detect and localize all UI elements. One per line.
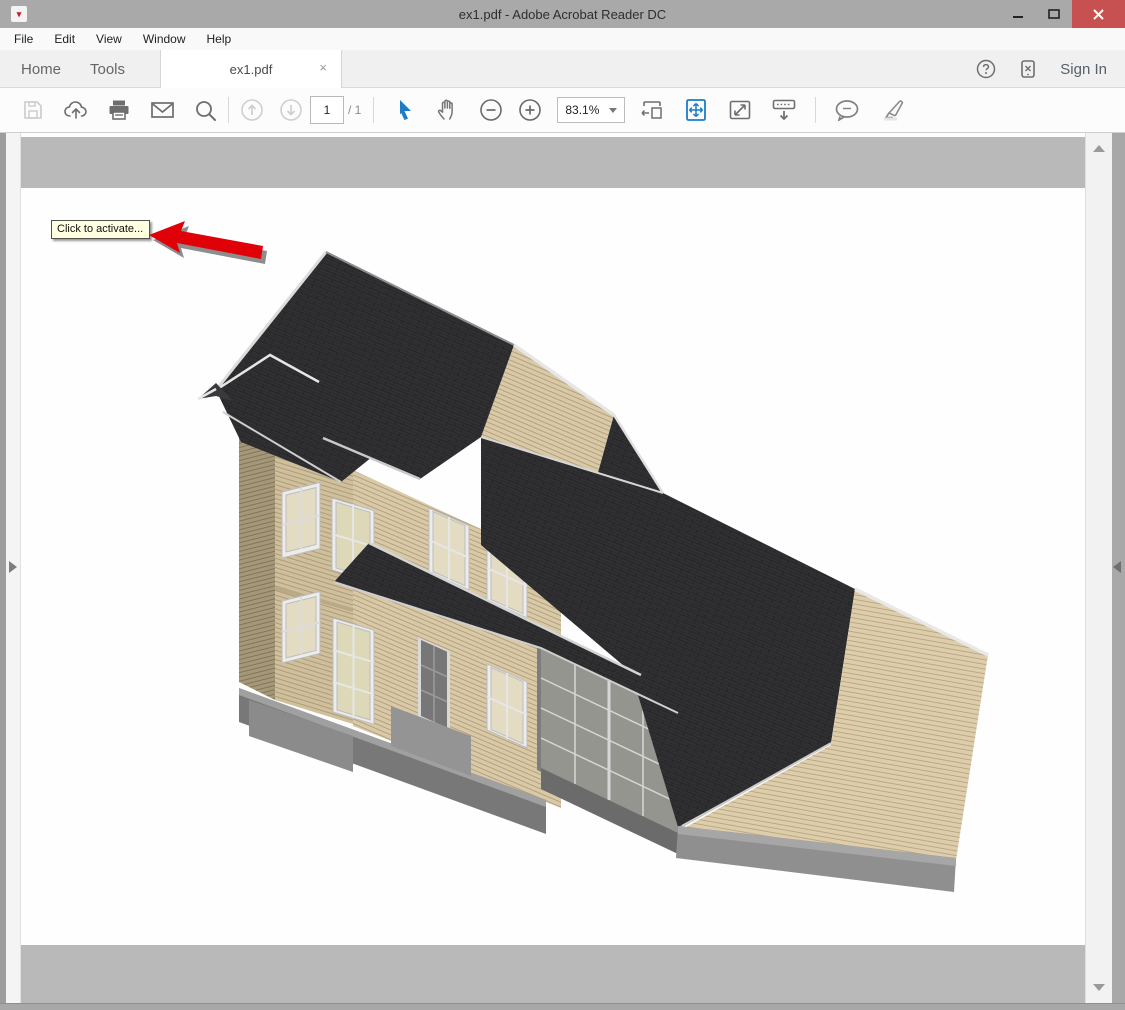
window-bottom-border <box>0 1003 1125 1010</box>
toolbar: / 1 83.1% <box>0 88 1125 133</box>
tab-tools[interactable]: Tools <box>90 50 125 88</box>
page-down-icon[interactable] <box>274 93 308 127</box>
comment-icon[interactable] <box>830 93 864 127</box>
fit-width-icon[interactable] <box>635 93 669 127</box>
help-icon[interactable] <box>976 59 996 79</box>
vertical-scrollbar[interactable] <box>1085 133 1112 1003</box>
tab-home[interactable]: Home <box>21 50 61 88</box>
scroll-up-icon[interactable] <box>1093 145 1105 152</box>
chevron-down-icon <box>609 108 617 113</box>
maximize-button[interactable] <box>1036 0 1072 28</box>
scroll-down-icon[interactable] <box>1093 984 1105 991</box>
document-view: Click to activate... <box>21 133 1085 1003</box>
window-title: ex1.pdf - Adobe Acrobat Reader DC <box>0 7 1125 22</box>
tab-bar: Home Tools ex1.pdf × Sign In <box>0 50 1125 88</box>
menu-help[interactable]: Help <box>207 32 232 46</box>
main-area: Click to activate... <box>0 133 1125 1003</box>
zoom-level-select[interactable]: 83.1% <box>557 97 625 123</box>
activate-3d-tooltip[interactable]: Click to activate... <box>51 220 150 239</box>
search-icon[interactable] <box>188 93 222 127</box>
page-number-input[interactable] <box>310 96 344 124</box>
read-mode-icon[interactable] <box>767 93 801 127</box>
email-icon[interactable] <box>145 93 179 127</box>
select-tool-icon[interactable] <box>388 93 422 127</box>
pdf-page: Click to activate... <box>21 188 1085 945</box>
document-tab[interactable]: ex1.pdf × <box>160 50 342 88</box>
save-icon[interactable] <box>16 93 50 127</box>
navigation-pane-collapsed[interactable] <box>6 133 21 1003</box>
close-button[interactable] <box>1072 0 1125 28</box>
expand-tools-pane-icon[interactable] <box>1113 561 1121 573</box>
document-tab-label: ex1.pdf <box>230 62 273 77</box>
menu-bar: File Edit View Window Help <box>0 28 1125 50</box>
print-icon[interactable] <box>102 93 136 127</box>
page-up-icon[interactable] <box>235 93 269 127</box>
tools-pane-collapsed[interactable] <box>1112 133 1125 1003</box>
menu-file[interactable]: File <box>14 32 33 46</box>
house-3d-render[interactable] <box>181 240 1001 920</box>
page-count-label: / 1 <box>348 103 361 117</box>
title-bar: ▾ ex1.pdf - Adobe Acrobat Reader DC <box>0 0 1125 28</box>
menu-view[interactable]: View <box>96 32 122 46</box>
expand-nav-pane-icon[interactable] <box>9 561 17 573</box>
zoom-level-value: 83.1% <box>565 103 599 117</box>
fullscreen-icon[interactable] <box>723 93 757 127</box>
hand-tool-icon[interactable] <box>431 93 465 127</box>
send-to-device-icon[interactable] <box>1018 59 1038 79</box>
fit-page-icon[interactable] <box>679 93 713 127</box>
entry-door <box>418 637 450 730</box>
highlight-icon[interactable] <box>876 93 910 127</box>
menu-window[interactable]: Window <box>143 32 186 46</box>
cloud-upload-icon[interactable] <box>59 93 93 127</box>
tab-close-icon[interactable]: × <box>319 61 327 74</box>
menu-edit[interactable]: Edit <box>54 32 75 46</box>
acrobat-window: ▾ ex1.pdf - Adobe Acrobat Reader DC File… <box>0 0 1125 1010</box>
zoom-in-icon[interactable] <box>513 93 547 127</box>
zoom-out-icon[interactable] <box>474 93 508 127</box>
minimize-button[interactable] <box>1000 0 1036 28</box>
sign-in-button[interactable]: Sign In <box>1060 61 1107 78</box>
